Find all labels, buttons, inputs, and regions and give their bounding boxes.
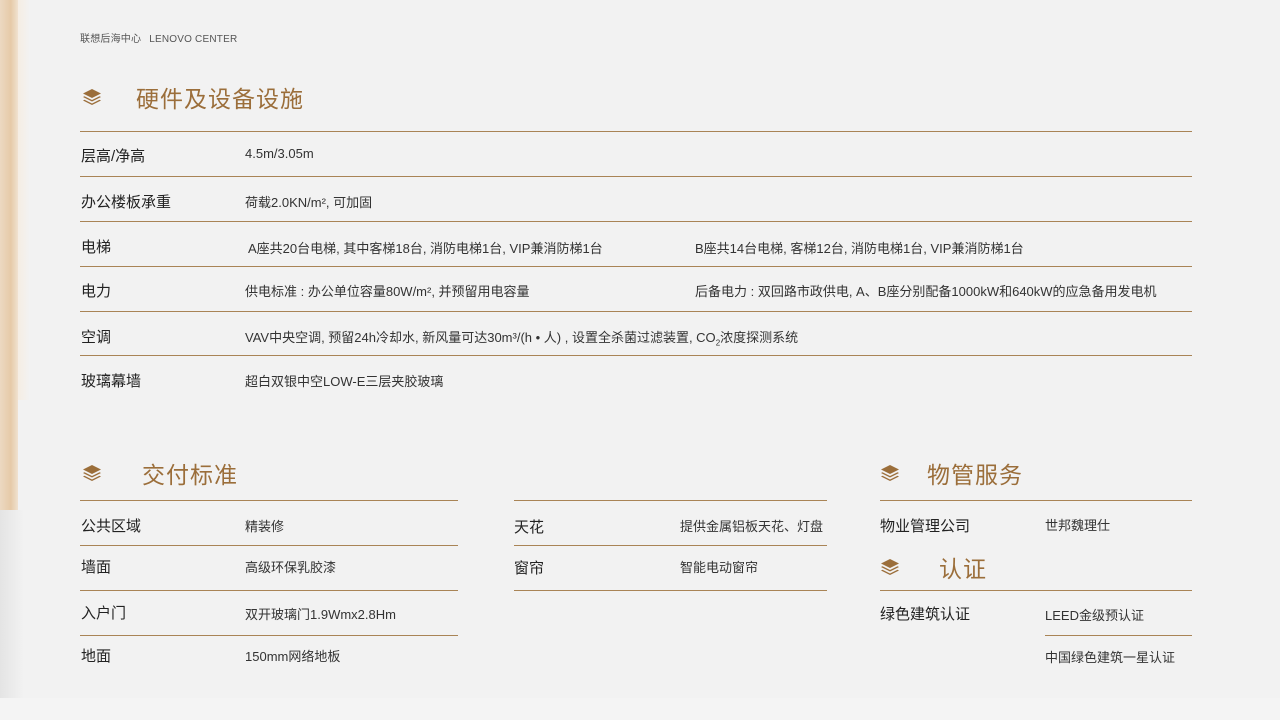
hardware-divider: [80, 131, 1192, 132]
elevator-label: 电梯: [81, 239, 112, 256]
brand-en: LENOVO CENTER: [149, 34, 238, 45]
leed-value: LEED金级预认证: [1045, 608, 1144, 623]
hardware-title: 硬件及设备设施: [136, 86, 304, 112]
elevator-value-b: B座共14台电梯, 客梯12台, 消防电梯1台, VIP兼消防梯1台: [695, 241, 1024, 256]
layers-icon: [82, 463, 102, 483]
certification-divider: [880, 590, 1192, 591]
layers-icon: [880, 463, 900, 483]
left-shadow: [0, 510, 24, 700]
china-green-value: 中国绿色建筑一星认证: [1045, 650, 1176, 665]
wall-label: 墙面: [81, 559, 112, 576]
delivery-divider: [80, 590, 458, 591]
floor-label: 地面: [81, 648, 112, 665]
delivery-divider: [80, 500, 458, 501]
floor-value: 150mm网络地板: [245, 649, 341, 664]
certification-heading: 认证: [880, 550, 987, 584]
certification-divider: [1045, 635, 1192, 636]
entry-door-value: 双开玻璃门1.9Wmx2.8Hm: [245, 607, 396, 622]
curtain-wall-value: 超白双银中空LOW-E三层夹胶玻璃: [245, 374, 444, 389]
floor-load-label: 办公楼板承重: [81, 194, 172, 211]
hardware-divider: [80, 266, 1192, 267]
public-area-label: 公共区域: [81, 518, 142, 535]
delivery-divider: [514, 500, 827, 501]
delivery-divider: [514, 590, 827, 591]
green-building-label: 绿色建筑认证: [880, 606, 971, 623]
left-accent-stripe: [0, 0, 18, 510]
floor-load-value: 荷载2.0KN/m², 可加固: [245, 195, 373, 210]
property-divider: [880, 500, 1192, 501]
hardware-heading: 硬件及设备设施: [82, 80, 304, 114]
ceiling-label: 天花: [514, 519, 545, 536]
hvac-value-text-end: 浓度探测系统: [720, 330, 799, 345]
curtain-value: 智能电动窗帘: [680, 560, 759, 575]
delivery-divider: [514, 545, 827, 546]
property-title: 物管服务: [927, 462, 1023, 488]
entry-door-label: 入户门: [81, 605, 127, 622]
bottom-band: [0, 698, 1280, 720]
delivery-divider: [80, 635, 458, 636]
hardware-divider: [80, 355, 1192, 356]
hardware-divider: [80, 311, 1192, 312]
hardware-divider: [80, 221, 1192, 222]
delivery-heading: 交付标准: [82, 456, 238, 490]
public-area-value: 精装修: [245, 519, 285, 534]
floor-height-label: 层高/净高: [81, 148, 146, 165]
certification-title: 认证: [939, 556, 987, 582]
hvac-label: 空调: [81, 329, 112, 346]
layers-icon: [82, 87, 102, 107]
left-accent-fade: [18, 0, 30, 400]
property-company-label: 物业管理公司: [880, 518, 971, 535]
delivery-title: 交付标准: [142, 462, 238, 488]
brand-header: 联想后海中心 LENOVO CENTER: [80, 30, 245, 45]
curtain-wall-label: 玻璃幕墙: [81, 373, 142, 390]
property-heading: 物管服务: [880, 456, 1023, 490]
elevator-value-a: A座共20台电梯, 其中客梯18台, 消防电梯1台, VIP兼消防梯1台: [248, 241, 603, 256]
floor-height-value: 4.5m/3.05m: [245, 146, 314, 161]
curtain-label: 窗帘: [514, 560, 545, 577]
property-company-value: 世邦魏理仕: [1045, 518, 1111, 533]
power-label: 电力: [81, 283, 112, 300]
layers-icon: [880, 557, 900, 577]
hardware-divider: [80, 176, 1192, 177]
wall-value: 高级环保乳胶漆: [245, 560, 337, 575]
brand-cn: 联想后海中心: [80, 34, 142, 45]
hvac-value-text: VAV中央空调, 预留24h冷却水, 新风量可达30m³/(h • 人) , 设…: [245, 330, 716, 345]
ceiling-value: 提供金属铝板天花、灯盘: [680, 519, 824, 534]
power-value-backup: 后备电力 : 双回路市政供电, A、B座分别配备1000kW和640kW的应急备…: [695, 284, 1157, 299]
hvac-value: VAV中央空调, 预留24h冷却水, 新风量可达30m³/(h • 人) , 设…: [245, 327, 798, 348]
power-value-standard: 供电标准 : 办公单位容量80W/m², 并预留用电容量: [245, 284, 530, 299]
delivery-divider: [80, 545, 458, 546]
